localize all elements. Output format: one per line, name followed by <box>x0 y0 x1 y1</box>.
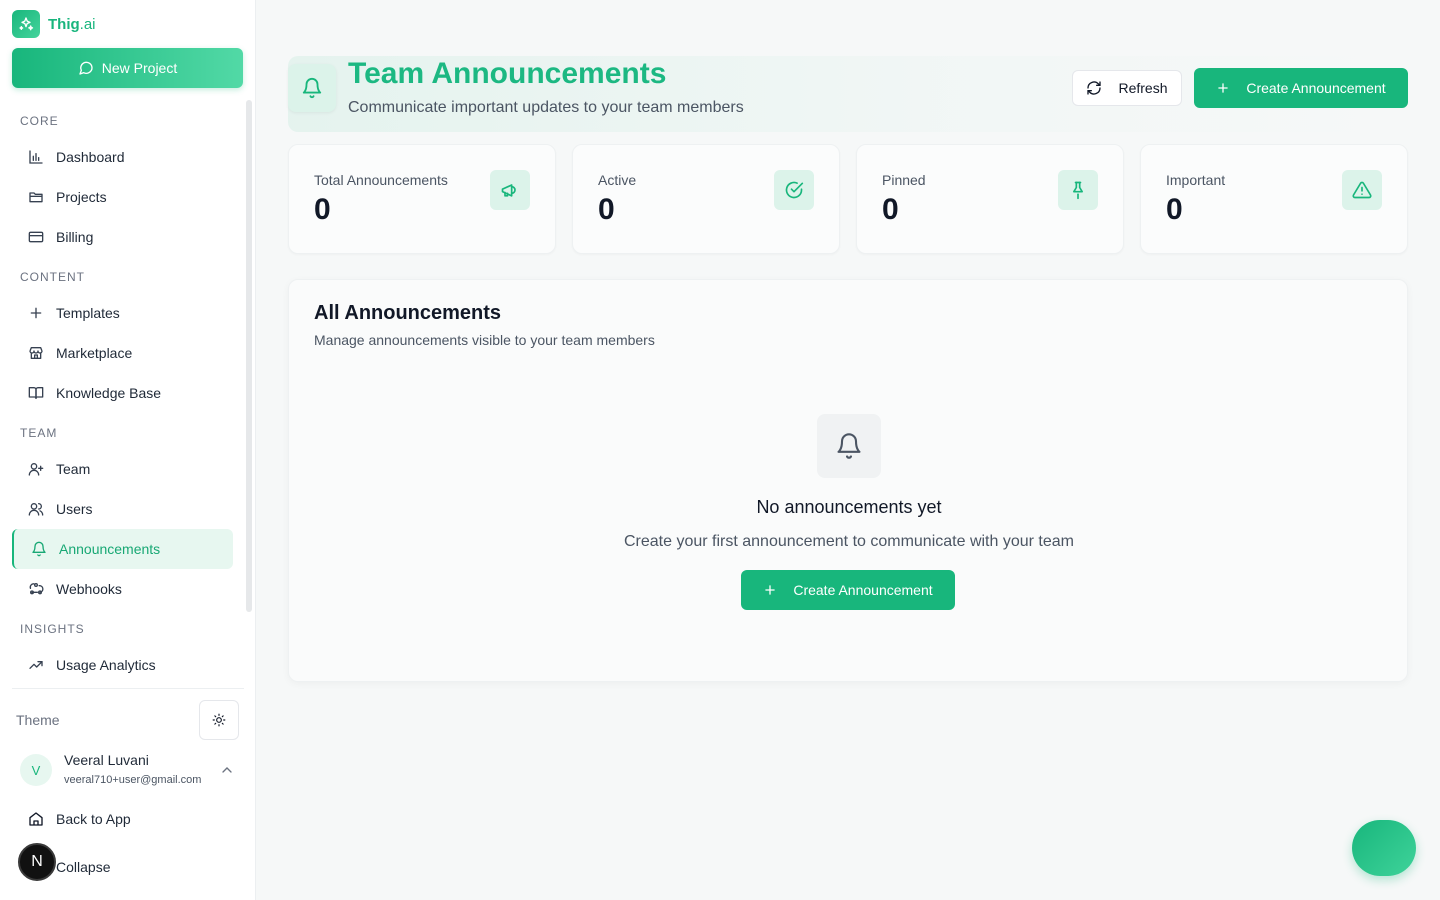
empty-state-title: No announcements yet <box>756 497 942 517</box>
bell-icon <box>32 541 46 557</box>
user-email: veeral710+user@gmail.com <box>64 774 202 786</box>
sidebar-item-label: Knowledge Base <box>56 385 162 401</box>
sidebar-item-dashboard[interactable]: Dashboard <box>12 137 233 177</box>
sun-icon <box>212 713 226 727</box>
sidebar-item-label: Usage Analytics <box>56 657 156 673</box>
stat-value: 0 <box>598 193 615 226</box>
stat-card-total: Total Announcements 0 <box>288 144 556 254</box>
plus-icon <box>765 585 776 595</box>
page-title: Team Announcements <box>348 57 667 90</box>
sidebar-item-team[interactable]: Team <box>12 449 233 489</box>
trending-up-icon <box>29 661 43 669</box>
section-label-insights: INSIGHTS <box>20 622 85 636</box>
stat-card-active: Active 0 <box>572 144 840 254</box>
stat-card-pinned: Pinned 0 <box>856 144 1124 254</box>
sidebar-item-label: Templates <box>56 305 120 321</box>
stat-label: Pinned <box>882 172 926 188</box>
section-label-core: CORE <box>20 114 59 128</box>
section-label-content: CONTENT <box>20 270 85 284</box>
back-to-app-link[interactable]: Back to App <box>28 811 131 827</box>
bell-icon <box>837 433 861 459</box>
sidebar-scrollbar[interactable] <box>246 100 252 612</box>
dev-badge[interactable]: N <box>18 843 56 881</box>
sidebar-item-knowledge-base[interactable]: Knowledge Base <box>12 373 233 413</box>
empty-state-bell <box>817 414 881 478</box>
sidebar-item-label: Announcements <box>59 541 161 557</box>
webhook-icon <box>29 583 44 595</box>
brand[interactable]: Thig.ai <box>12 10 96 38</box>
chevron-up-icon[interactable] <box>219 762 235 778</box>
announcements-panel: All Announcements Manage announcements v… <box>288 279 1408 682</box>
back-to-app-label: Back to App <box>56 811 131 827</box>
users-icon <box>28 503 44 516</box>
message-circle-icon <box>79 61 93 75</box>
new-project-label: New Project <box>101 60 178 76</box>
home-icon <box>29 812 43 826</box>
check-circle-icon <box>774 170 814 210</box>
sidebar-item-templates[interactable]: Templates <box>12 293 233 333</box>
empty-state-subtitle: Create your first announcement to commun… <box>624 533 1074 550</box>
page-subtitle: Communicate important updates to your te… <box>348 99 744 116</box>
section-label-team: TEAM <box>20 426 58 440</box>
stat-value: 0 <box>314 193 331 226</box>
stat-card-important: Important 0 <box>1140 144 1408 254</box>
sidebar-item-billing[interactable]: Billing <box>12 217 233 257</box>
store-icon <box>29 347 43 359</box>
sidebar-item-projects[interactable]: Projects <box>12 177 233 217</box>
sidebar-item-announcements[interactable]: Announcements <box>12 529 233 569</box>
theme-toggle-button[interactable] <box>199 700 239 740</box>
floating-action-button[interactable] <box>1352 820 1416 876</box>
stat-label: Active <box>598 172 637 188</box>
sidebar: Thig.ai New Project CORE Dashboard Proje… <box>0 0 256 900</box>
plus-icon <box>30 307 42 319</box>
sidebar-item-label: Marketplace <box>56 345 133 361</box>
sidebar-item-label: Projects <box>56 189 107 205</box>
create-announcement-label: Create Announcement <box>1246 80 1386 96</box>
folder-icon <box>29 192 43 203</box>
sidebar-item-label: Team <box>56 461 91 477</box>
megaphone-icon <box>490 170 530 210</box>
pin-icon <box>1058 170 1098 210</box>
sidebar-item-label: Billing <box>56 229 94 245</box>
bar-chart-icon <box>29 150 43 164</box>
sparkles-icon <box>12 10 40 38</box>
sidebar-item-usage-analytics[interactable]: Usage Analytics <box>12 645 233 685</box>
user-name: Veeral Luvani <box>64 752 149 768</box>
sidebar-divider <box>12 688 244 689</box>
sidebar-item-label: Webhooks <box>56 581 122 597</box>
create-announcement-label: Create Announcement <box>793 582 933 598</box>
sidebar-item-label: Users <box>56 501 93 517</box>
collapse-label: Collapse <box>56 859 111 875</box>
panel-subtitle: Manage announcements visible to your tea… <box>314 332 655 348</box>
theme-label: Theme <box>16 712 60 728</box>
header-bell-badge <box>288 64 336 112</box>
sidebar-item-marketplace[interactable]: Marketplace <box>12 333 233 373</box>
new-project-button[interactable]: New Project <box>12 48 243 88</box>
stat-label: Total Announcements <box>314 172 448 188</box>
credit-card-icon <box>28 231 44 243</box>
panel-title: All Announcements <box>314 302 502 324</box>
plus-icon <box>1218 83 1229 93</box>
bell-icon <box>302 78 322 99</box>
stat-value: 0 <box>882 193 899 226</box>
sidebar-nav: CORE Dashboard Projects Billing CONTENT … <box>0 100 256 688</box>
create-announcement-empty-button[interactable]: Create Announcement <box>741 570 955 610</box>
brand-name: Thig.ai <box>48 15 96 33</box>
sidebar-item-label: Dashboard <box>56 149 125 165</box>
stat-label: Important <box>1166 172 1226 188</box>
refresh-button[interactable]: Refresh <box>1072 70 1182 106</box>
refresh-icon <box>1087 81 1102 95</box>
stat-value: 0 <box>1166 193 1183 226</box>
alert-triangle-icon <box>1342 170 1382 210</box>
refresh-label: Refresh <box>1118 80 1168 96</box>
sidebar-item-users[interactable]: Users <box>12 489 233 529</box>
book-icon <box>28 387 44 399</box>
sidebar-item-webhooks[interactable]: Webhooks <box>12 569 233 609</box>
avatar[interactable]: V <box>20 754 52 786</box>
user-plus-icon <box>28 463 44 476</box>
create-announcement-button[interactable]: Create Announcement <box>1194 68 1408 108</box>
